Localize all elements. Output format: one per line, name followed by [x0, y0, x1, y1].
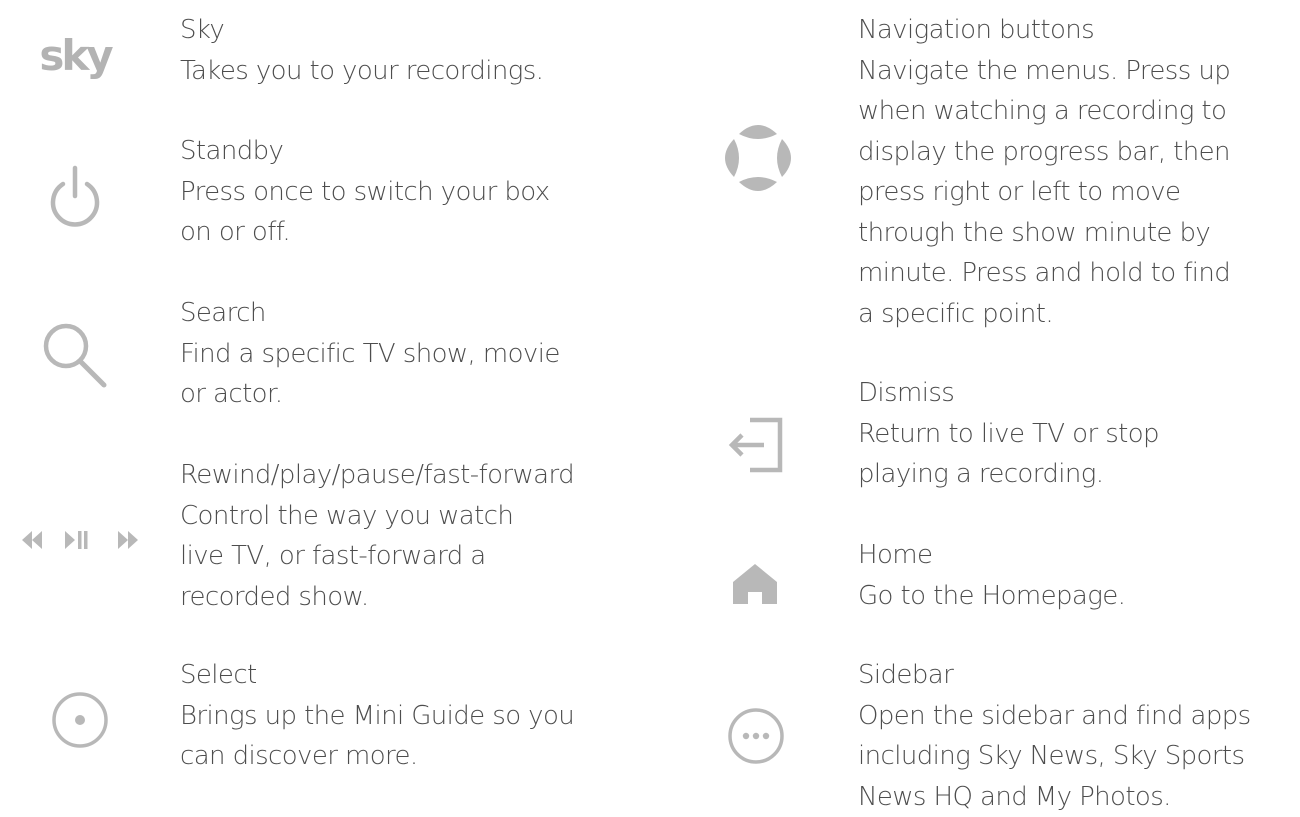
item-title: Select: [180, 655, 574, 696]
item-title: Rewind/play/pause/fast-forward: [180, 455, 574, 496]
item-title: Sidebar: [858, 655, 1251, 696]
select-icon: [50, 690, 110, 750]
item-description: Open the sidebar and find apps including…: [858, 696, 1251, 817]
item-title: Home: [858, 535, 1125, 576]
home-icon: [730, 562, 780, 606]
item-description: Press once to switch your box on or off.: [180, 172, 550, 253]
item-title: Navigation buttons: [858, 10, 1230, 51]
dismiss-icon: [726, 416, 786, 474]
item-title: Sky: [180, 10, 543, 51]
search-item: Search Find a specific TV show, movie or…: [180, 293, 560, 415]
sky-item: Sky Takes you to your recordings.: [180, 10, 543, 91]
item-description: Return to live TV or stop playing a reco…: [858, 414, 1159, 495]
item-description: Navigate the menus. Press up when watchi…: [858, 51, 1230, 335]
select-item: Select Brings up the Mini Guide so you c…: [180, 655, 574, 777]
item-title: Dismiss: [858, 373, 1159, 414]
item-description: Takes you to your recordings.: [180, 51, 543, 92]
power-icon: [45, 160, 105, 230]
item-description: Control the way you watch live TV, or fa…: [180, 496, 574, 618]
navigation-item: Navigation buttons Navigate the menus. P…: [858, 10, 1230, 334]
sidebar-item: Sidebar Open the sidebar and find apps i…: [858, 655, 1251, 817]
search-icon: [40, 320, 110, 390]
dismiss-item: Dismiss Return to live TV or stop playin…: [858, 373, 1159, 495]
transport-item: Rewind/play/pause/fast-forward Control t…: [180, 455, 574, 617]
standby-item: Standby Press once to switch your box on…: [180, 131, 550, 253]
sidebar-icon: [726, 706, 786, 766]
item-description: Go to the Homepage.: [858, 576, 1125, 617]
rewind-play-pause-fast-forward-icon: [8, 520, 148, 560]
item-title: Standby: [180, 131, 550, 172]
item-title: Search: [180, 293, 560, 334]
item-description: Find a specific TV show, movie or actor.: [180, 334, 560, 415]
sky-logo: sky: [30, 30, 120, 80]
home-item: Home Go to the Homepage.: [858, 535, 1125, 616]
item-description: Brings up the Mini Guide so you can disc…: [180, 696, 574, 777]
navigation-pad-icon: [712, 112, 804, 204]
sky-logo-text: sky: [39, 31, 110, 80]
